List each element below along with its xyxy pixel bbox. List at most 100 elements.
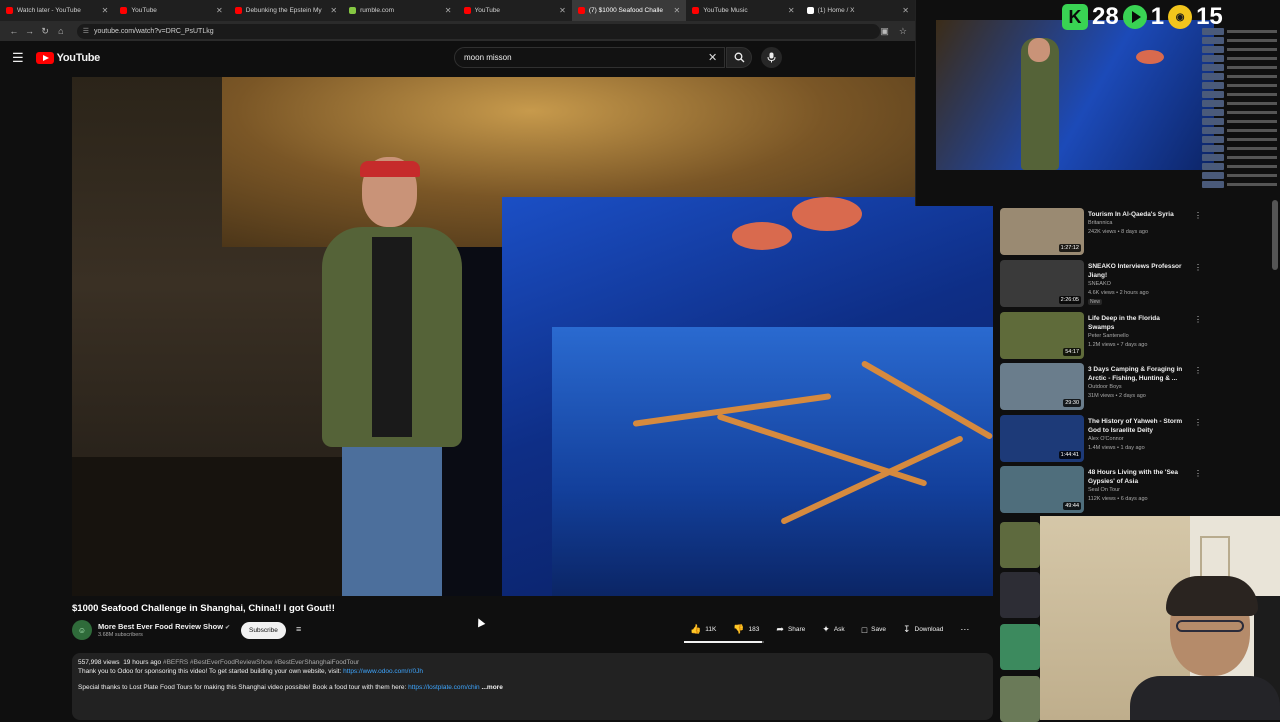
description-meta: 557,998 views 19 hours ago #BEFRS #BestE… <box>78 659 987 666</box>
recommended-title[interactable]: Life Deep in the Florida Swamps <box>1088 315 1188 332</box>
back-icon[interactable]: ← <box>6 26 22 36</box>
close-tab-icon[interactable]: ✕ <box>902 6 909 15</box>
close-tab-icon[interactable]: ✕ <box>330 6 337 15</box>
home-icon[interactable]: ⌂ <box>53 26 69 36</box>
browser-tab[interactable]: Debunking the Epstein My ✕ <box>229 0 343 21</box>
microphone-icon <box>767 52 776 63</box>
recommended-video[interactable]: 2:26:05 SNEAKO Interviews Professor Jiang… <box>998 258 1203 308</box>
share-button[interactable]: ➦ Share <box>770 620 811 639</box>
video-title: $1000 Seafood Challenge in Shanghai, Chi… <box>72 603 335 614</box>
recommended-channel[interactable]: Britannica <box>1088 220 1112 226</box>
more-vertical-icon[interactable]: ⋮ <box>1194 469 1202 478</box>
channel-avatar[interactable]: ☺ <box>72 620 92 640</box>
close-tab-icon[interactable]: ✕ <box>788 6 795 15</box>
recommended-channel[interactable]: SNEAKO <box>1088 281 1111 287</box>
browser-tab[interactable]: YouTube ✕ <box>114 0 228 21</box>
more-actions-button[interactable]: ⋯ <box>954 620 975 639</box>
more-vertical-icon[interactable]: ⋮ <box>1194 211 1202 220</box>
site-info-icon[interactable]: ☰ <box>83 27 89 35</box>
close-tab-icon[interactable]: ✕ <box>102 6 109 15</box>
upload-age: 19 hours ago <box>123 659 162 666</box>
recommended-meta: 4.6K views • 2 hours ago <box>1088 290 1149 296</box>
close-tab-icon[interactable]: ✕ <box>216 6 223 15</box>
recommended-video[interactable]: 1:27:12 Tourism In Al-Qaeda's Syria Britan… <box>998 206 1203 256</box>
more-vertical-icon[interactable]: ⋮ <box>1194 315 1202 324</box>
recommended-channel[interactable]: Peter Santenello <box>1088 333 1129 339</box>
playlist-add-icon[interactable]: ≡ <box>296 624 301 634</box>
tab-favicon-icon <box>463 7 471 14</box>
recommended-video[interactable]: 29:30 3 Days Camping & Foraging in Arctic… <box>998 361 1203 411</box>
close-tab-icon[interactable]: ✕ <box>445 6 452 15</box>
more-vertical-icon[interactable]: ⋮ <box>1194 418 1202 427</box>
forward-icon[interactable]: → <box>22 26 38 36</box>
hashtags[interactable]: #BEFRS #BestEverFoodReviewShow #BestEver… <box>163 659 359 666</box>
recommended-channel[interactable]: Alex O'Connor <box>1088 436 1124 442</box>
browser-tab[interactable]: YouTube Music ✕ <box>686 0 800 21</box>
video-thumbnail[interactable] <box>1000 624 1040 670</box>
save-button[interactable]: □ Save <box>856 620 892 639</box>
browser-tab[interactable]: Watch later - YouTube ✕ <box>0 0 114 21</box>
like-count: 11K <box>705 626 717 633</box>
recommended-title[interactable]: Tourism In Al-Qaeda's Syria <box>1088 211 1188 220</box>
tour-link[interactable]: https://lostplate.com/chin <box>408 684 480 691</box>
video-thumbnail[interactable]: 2:26:05 <box>1000 260 1084 307</box>
search-button[interactable] <box>726 47 752 68</box>
address-bar[interactable]: ☰ youtube.com/watch?v=DRC_PsUTLkg <box>76 23 881 39</box>
page-scrollbar[interactable] <box>1272 200 1278 270</box>
video-thumbnail[interactable]: 49:44 <box>1000 466 1084 513</box>
description-box[interactable]: 557,998 views 19 hours ago #BEFRS #BestE… <box>72 653 993 720</box>
bookmark-star-icon[interactable]: ☆ <box>899 26 907 37</box>
recommended-channel[interactable]: Outdoor Boys <box>1088 384 1122 390</box>
subscribe-button[interactable]: Subscribe <box>241 622 286 639</box>
ask-button[interactable]: ✦ Ask <box>816 620 850 639</box>
download-button[interactable]: ↧ Download <box>897 620 949 639</box>
close-tab-icon[interactable]: ✕ <box>674 6 681 15</box>
browser-tab[interactable]: (7) $1000 Seafood Challe ✕ <box>571 0 687 21</box>
video-thumbnail[interactable]: 1:44:41 <box>1000 415 1084 462</box>
download-icon: ↧ <box>902 624 911 634</box>
video-thumbnail[interactable]: 54:17 <box>1000 312 1084 359</box>
dislike-button[interactable]: 👎 183 <box>727 620 765 639</box>
tab-favicon-icon <box>6 7 13 14</box>
recommended-video[interactable]: 49:44 48 Hours Living with the 'Sea Gypsi… <box>998 464 1203 514</box>
recommended-video[interactable]: 1:44:41 The History of Yahweh - Storm God… <box>998 413 1203 463</box>
show-more-button[interactable]: ...more <box>482 684 503 691</box>
recommended-video[interactable]: 54:17 Life Deep in the Florida Swamps Pete… <box>998 310 1203 360</box>
preview-list-row <box>1202 145 1277 152</box>
browser-tab[interactable]: rumble.com ✕ <box>343 0 457 21</box>
reload-icon[interactable]: ↻ <box>37 26 53 37</box>
video-player[interactable] <box>72 77 993 596</box>
video-thumbnail[interactable]: 1:27:12 <box>1000 208 1084 255</box>
search-input[interactable]: moon misson <box>454 47 725 68</box>
close-tab-icon[interactable]: ✕ <box>559 6 566 15</box>
video-thumbnail[interactable]: 29:30 <box>1000 363 1084 410</box>
video-duration: 54:17 <box>1063 348 1081 356</box>
video-thumbnail[interactable] <box>1000 676 1040 722</box>
browser-tab[interactable]: (1) Home / X ✕ <box>801 0 915 21</box>
recommended-title[interactable]: The History of Yahweh - Storm God to Isr… <box>1088 418 1188 435</box>
channel-name[interactable]: More Best Ever Food Review Show ✔ <box>98 622 230 631</box>
more-vertical-icon[interactable]: ⋮ <box>1194 263 1202 272</box>
youtube-logo[interactable]: YouTube <box>35 52 100 64</box>
recommendations-overflow <box>998 520 1042 722</box>
preview-list-row <box>1202 172 1277 179</box>
like-ratio-bar <box>684 641 764 643</box>
more-vertical-icon[interactable]: ⋮ <box>1194 366 1202 375</box>
menu-icon[interactable]: ☰ <box>12 50 24 66</box>
voice-search-button[interactable] <box>761 47 782 68</box>
video-frame-fish <box>732 222 792 250</box>
clear-search-icon[interactable]: ✕ <box>708 51 717 64</box>
recommended-channel[interactable]: Seal On Tour <box>1088 487 1120 493</box>
tab-label: Debunking the Epstein My <box>245 7 322 14</box>
like-button[interactable]: 👍 11K <box>684 620 722 639</box>
video-thumbnail[interactable] <box>1000 522 1040 568</box>
browser-tab[interactable]: YouTube ✕ <box>458 0 572 21</box>
recommended-title[interactable]: 3 Days Camping & Foraging in Arctic - Fi… <box>1088 366 1188 383</box>
recommended-meta: 1.2M views • 7 days ago <box>1088 342 1148 348</box>
recommended-title[interactable]: 48 Hours Living with the 'Sea Gypsies' o… <box>1088 469 1188 486</box>
video-thumbnail[interactable] <box>1000 572 1040 618</box>
recommended-title[interactable]: SNEAKO Interviews Professor Jiang! <box>1088 263 1188 280</box>
cast-icon[interactable]: ▣ <box>880 26 889 37</box>
thumbs-down-icon: 👎 <box>733 624 745 634</box>
sponsor-link[interactable]: https://www.odoo.com/r/0Jh <box>343 668 423 675</box>
